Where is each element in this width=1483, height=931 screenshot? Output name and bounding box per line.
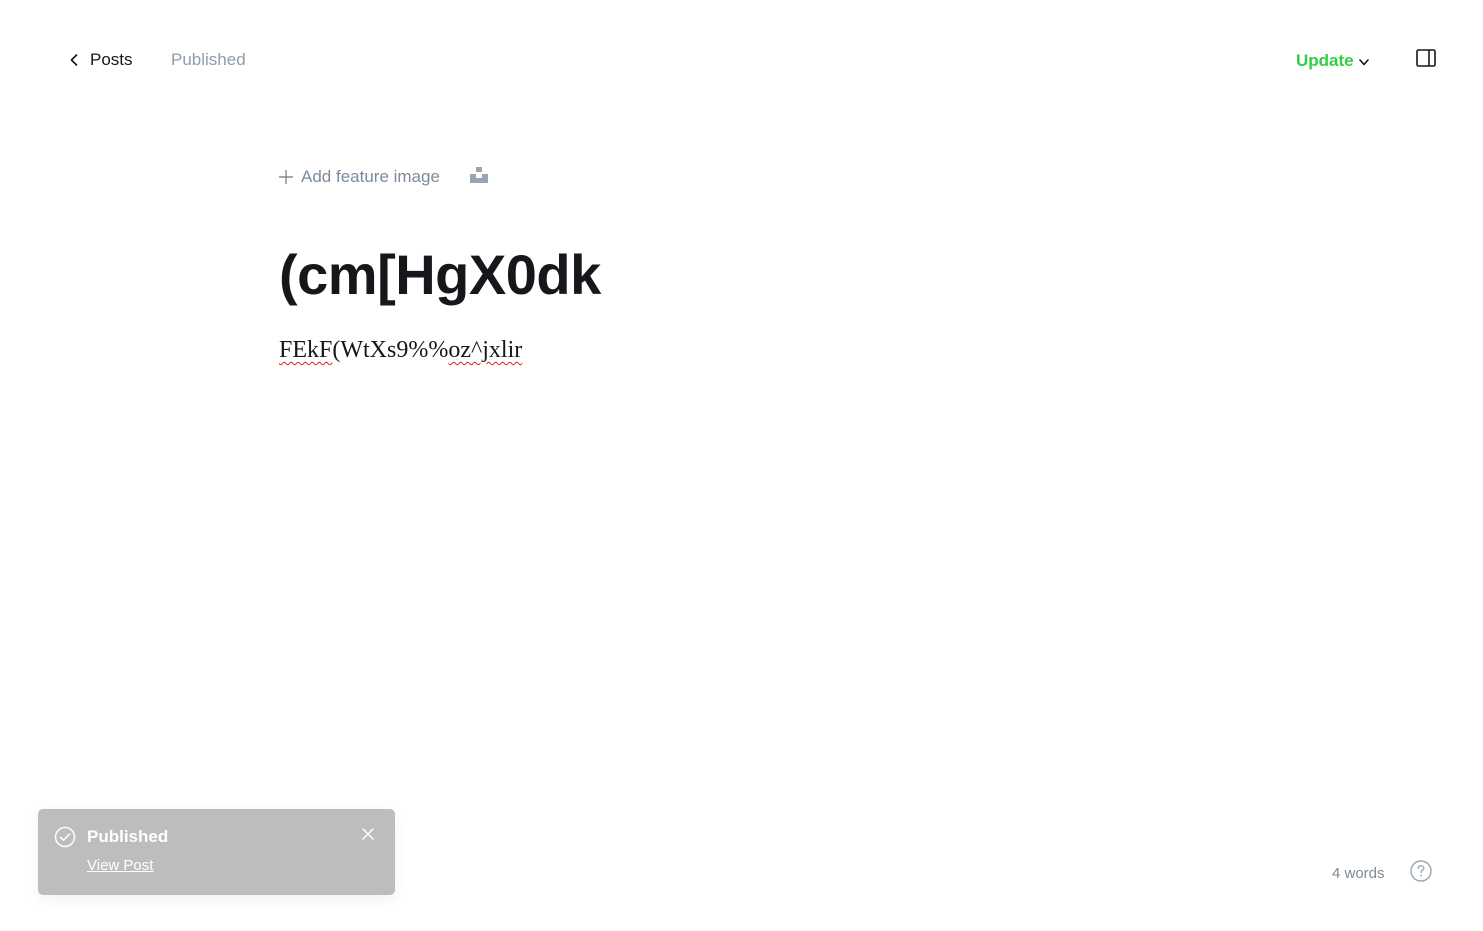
unsplash-button[interactable] — [469, 166, 488, 188]
notification-title: Published — [87, 827, 169, 846]
check-circle-icon — [54, 826, 76, 848]
add-feature-image-button[interactable]: Add feature image — [279, 167, 440, 187]
settings-sidebar-toggle[interactable] — [1414, 48, 1438, 72]
close-notification-button[interactable] — [360, 828, 376, 844]
published-notification: Published View Post — [38, 809, 395, 895]
unsplash-icon — [469, 166, 488, 188]
back-to-posts-link[interactable]: Posts — [70, 48, 133, 72]
chevron-left-icon — [70, 53, 80, 67]
view-post-link[interactable]: View Post — [87, 856, 153, 876]
sidebar-panel-icon — [1416, 48, 1436, 72]
feature-image-row: Add feature image — [279, 160, 1179, 194]
add-feature-image-label: Add feature image — [301, 167, 440, 186]
update-button[interactable]: Update — [1296, 49, 1369, 73]
word-count: 4 words — [1332, 865, 1385, 882]
help-button[interactable] — [1409, 859, 1433, 887]
body-text-segment: oz^jxlir — [448, 337, 523, 363]
plus-icon — [279, 170, 293, 184]
editor-header: Posts Published Update — [0, 0, 1483, 120]
post-body[interactable]: FEkF(WtXs9%%oz^jxlir — [279, 334, 1179, 366]
post-status-label: Published — [171, 50, 246, 69]
close-icon — [362, 827, 374, 845]
question-circle-icon — [1410, 859, 1432, 887]
body-text-segment: FEkF — [279, 337, 333, 363]
body-text-segment: (WtXs9%% — [332, 337, 449, 363]
update-button-label: Update — [1296, 51, 1354, 70]
chevron-down-icon — [1358, 59, 1369, 66]
post-editor: Add feature image (cm[HgX0dk FEkF(WtXs9%… — [279, 160, 1179, 366]
back-link-label: Posts — [90, 50, 133, 69]
post-title[interactable]: (cm[HgX0dk — [279, 240, 1179, 310]
